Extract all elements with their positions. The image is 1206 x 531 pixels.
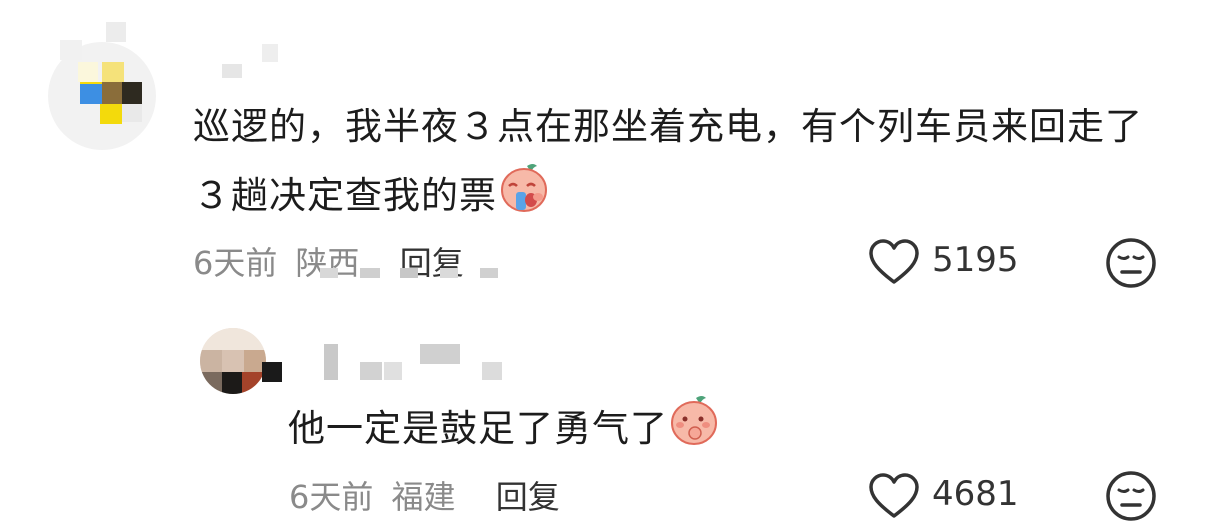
crying-peach-sticker — [497, 160, 551, 235]
username[interactable] — [262, 340, 502, 384]
like-button[interactable]: 5195 — [868, 236, 1038, 288]
timestamp: 6天前 — [193, 244, 278, 282]
heart-icon — [869, 239, 919, 284]
comment-text: 他一定是鼓足了勇气了 — [288, 393, 1148, 468]
comment-meta: 6天前 福建 回复 — [289, 472, 560, 518]
like-count: 5195 — [932, 240, 1019, 280]
redacted-mosaic — [320, 268, 500, 284]
like-count: 4681 — [932, 474, 1019, 514]
meh-face-icon[interactable] — [1105, 470, 1157, 522]
heart-icon — [869, 473, 919, 518]
avatar[interactable] — [200, 328, 266, 394]
comment-text: 巡逻的，我半夜３点在那坐着充电，有个列车员来回走了３趟决定查我的票 — [193, 94, 1158, 235]
like-button[interactable]: 4681 — [868, 470, 1038, 522]
timestamp: 6天前 — [289, 478, 374, 516]
reply-button[interactable]: 回复 — [496, 478, 560, 516]
meh-face-icon[interactable] — [1105, 237, 1157, 289]
username[interactable] — [60, 22, 300, 82]
shy-peach-sticker — [668, 393, 720, 468]
location: 福建 — [391, 478, 456, 516]
